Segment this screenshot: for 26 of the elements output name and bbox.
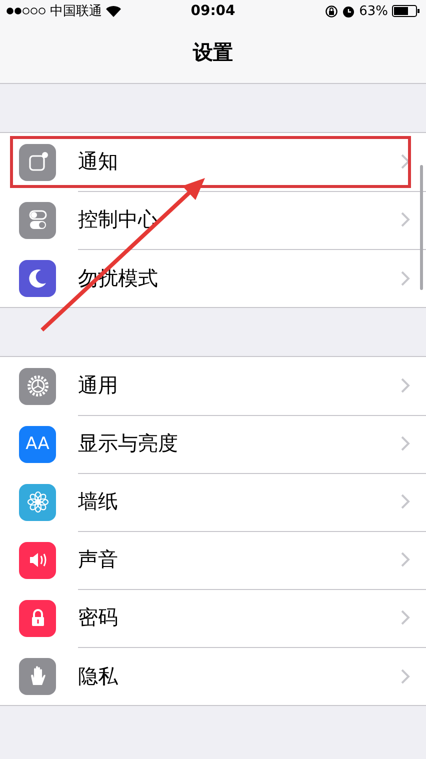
rotation-lock-icon: [325, 4, 338, 18]
settings-item[interactable]: 墙纸: [78, 488, 401, 515]
settings-item[interactable]: 显示与亮度: [78, 430, 401, 457]
settings-item[interactable]: 通知: [78, 148, 401, 175]
signal-icon: [6, 7, 46, 15]
battery-icon: [392, 5, 420, 17]
chevron-icon: [401, 378, 410, 393]
chevron-icon: [401, 154, 410, 169]
chevron-icon: [401, 212, 410, 227]
settings-item[interactable]: 密码: [78, 604, 401, 631]
wifi-icon: [106, 6, 121, 16]
chevron-icon: [401, 494, 410, 509]
settings-item[interactable]: 通用: [78, 372, 401, 399]
chevron-icon: [401, 552, 410, 567]
clock-time: 09:04: [190, 3, 236, 19]
display-icon: AA: [19, 426, 56, 462]
carrier-name: 中国联通: [50, 3, 102, 20]
battery-percent: 63%: [359, 4, 388, 18]
chevron-icon: [401, 610, 410, 625]
chevron-icon: [401, 668, 410, 684]
nav-title: 设置: [193, 39, 233, 66]
settings-item[interactable]: 声音: [78, 546, 401, 573]
chevron-icon: [401, 436, 410, 451]
alarm-icon: [342, 4, 356, 18]
chevron-icon: [401, 270, 410, 286]
settings-item[interactable]: 隐私: [78, 662, 401, 690]
